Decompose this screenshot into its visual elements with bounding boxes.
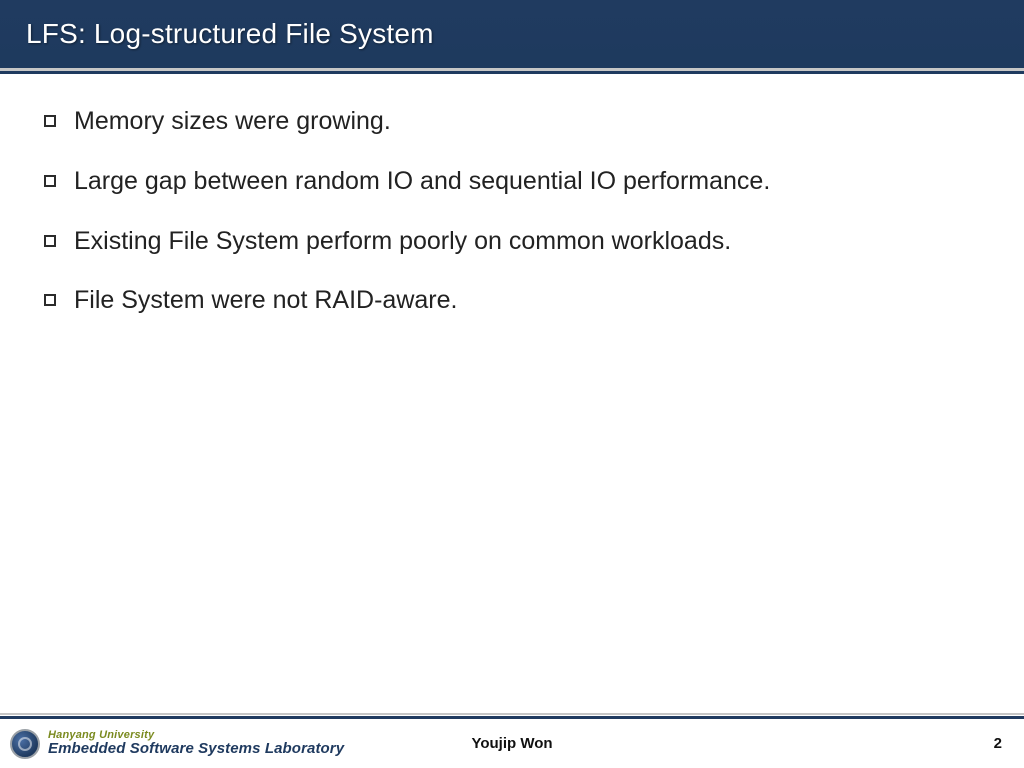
- lab-name: Embedded Software Systems Laboratory: [48, 741, 344, 757]
- square-bullet-icon: [44, 175, 56, 187]
- slide-title: LFS: Log-structured File System: [26, 18, 998, 50]
- bullet-item: Large gap between random IO and sequenti…: [44, 165, 994, 199]
- footer-divider: [0, 713, 1024, 715]
- logo-text: Hanyang University Embedded Software Sys…: [48, 730, 344, 757]
- bullet-text: Large gap between random IO and sequenti…: [74, 165, 770, 199]
- page-number: 2: [994, 735, 1002, 752]
- slide: LFS: Log-structured File System Memory s…: [0, 0, 1024, 768]
- footer-logo: Hanyang University Embedded Software Sys…: [10, 729, 344, 759]
- bullet-text: Memory sizes were growing.: [74, 105, 391, 139]
- bullet-item: File System were not RAID-aware.: [44, 284, 994, 318]
- square-bullet-icon: [44, 294, 56, 306]
- bullet-item: Memory sizes were growing.: [44, 105, 994, 139]
- bullet-item: Existing File System perform poorly on c…: [44, 225, 994, 259]
- square-bullet-icon: [44, 115, 56, 127]
- square-bullet-icon: [44, 235, 56, 247]
- footer: Hanyang University Embedded Software Sys…: [0, 716, 1024, 768]
- title-bar: LFS: Log-structured File System: [0, 0, 1024, 71]
- bullet-list: Memory sizes were growing. Large gap bet…: [44, 105, 994, 318]
- university-seal-icon: [10, 729, 40, 759]
- slide-body: Memory sizes were growing. Large gap bet…: [0, 71, 1024, 716]
- author-name: Youjip Won: [471, 735, 552, 752]
- bullet-text: File System were not RAID-aware.: [74, 284, 457, 318]
- bullet-text: Existing File System perform poorly on c…: [74, 225, 731, 259]
